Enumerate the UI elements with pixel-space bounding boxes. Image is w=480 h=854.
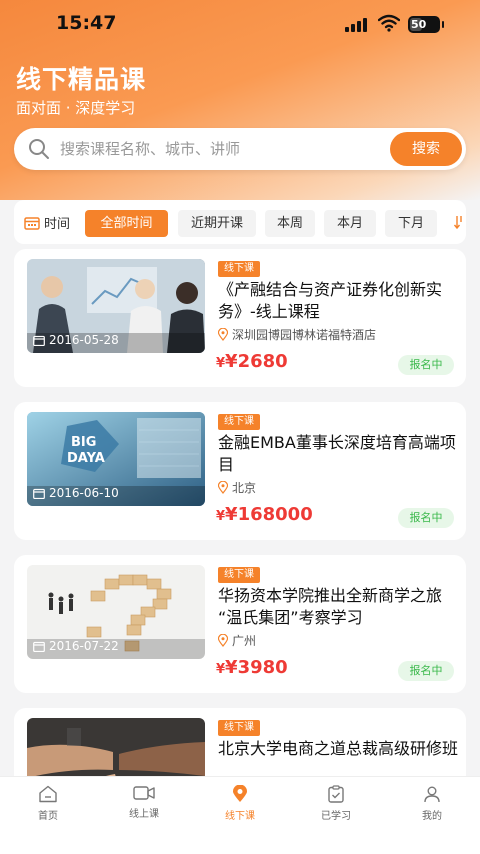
home-icon — [39, 785, 57, 803]
currency-symbol: ¥ — [216, 509, 226, 524]
tab-offline-courses[interactable]: 线下课 — [192, 785, 288, 822]
course-location: 深圳园博园博林诺福特酒店 — [218, 326, 376, 343]
clipboard-check-icon — [328, 785, 344, 803]
calendar-icon — [24, 216, 40, 230]
course-price: ¥¥168000 — [216, 504, 313, 525]
course-card[interactable]: 2016-07-22 线下课 华扬资本学院推出全新商学之旅 “温氏集团”考察学习… — [14, 555, 466, 693]
wifi-icon — [378, 14, 400, 32]
course-location-text: 广州 — [232, 634, 257, 648]
course-date: 2016-05-28 — [33, 333, 119, 347]
course-date: 2016-07-22 — [33, 639, 119, 653]
tab-learned-label: 已学习 — [321, 811, 351, 822]
svg-text:BIG: BIG — [71, 435, 96, 450]
tab-online-courses-label: 线上课 — [129, 809, 159, 820]
course-card[interactable]: 线下课 北京大学电商之道总裁高级研修班 — [14, 708, 466, 776]
course-location-text: 北京 — [232, 481, 257, 495]
chip-this-week[interactable]: 本周 — [265, 210, 315, 237]
price-amount: ¥2680 — [225, 351, 288, 372]
course-location: 北京 — [218, 479, 256, 496]
header-banner: 15:47 50 线下精品课 面对面 · 深度学习 搜索 — [0, 0, 480, 200]
course-list: 2016-05-28 线下课 《产融结合与资产证券化创新实务》-线上课程 深圳园… — [14, 249, 466, 776]
tab-learned[interactable]: 已学习 — [288, 785, 384, 822]
price-amount: ¥168000 — [225, 504, 313, 525]
status-badge: 报名中 — [398, 355, 454, 375]
course-date-text: 2016-07-22 — [49, 639, 119, 653]
tab-mine[interactable]: 我的 — [384, 785, 480, 822]
page-title: 线下精品课 — [16, 65, 147, 94]
course-date-text: 2016-05-28 — [49, 333, 119, 347]
price-amount: ¥3980 — [225, 657, 288, 678]
time-filter-label[interactable]: 时间 — [24, 213, 70, 232]
course-price: ¥¥2680 — [216, 351, 288, 372]
course-type-tag: 线下课 — [218, 414, 260, 430]
location-pin-icon — [233, 785, 247, 802]
fist-bump-team-image — [27, 718, 205, 776]
svg-text:DAYA: DAYA — [67, 451, 105, 466]
location-pin-icon — [218, 634, 228, 647]
course-date-text: 2016-06-10 — [49, 486, 119, 500]
calendar-icon — [33, 488, 45, 499]
sort-arrows-icon[interactable] — [454, 214, 464, 230]
calendar-icon — [33, 335, 45, 346]
battery-icon: 50 — [408, 16, 444, 33]
battery-level: 50 — [411, 18, 427, 31]
course-location-text: 深圳园博园博林诺福特酒店 — [232, 328, 377, 342]
course-type-tag: 线下课 — [218, 720, 260, 736]
chip-upcoming[interactable]: 近期开课 — [178, 210, 256, 237]
course-type-tag: 线下课 — [218, 261, 260, 277]
user-icon — [424, 786, 440, 803]
currency-symbol: ¥ — [216, 356, 226, 371]
chip-all-time[interactable]: 全部时间 — [85, 210, 168, 237]
course-card[interactable]: BIG DAYA 2016-06-10 线下课 金融EMBA董事长深度培育高端项… — [14, 402, 466, 540]
tab-home[interactable]: 首页 — [0, 785, 96, 822]
status-time: 15:47 — [56, 12, 117, 34]
chip-this-month[interactable]: 本月 — [324, 210, 376, 237]
course-title: 金融EMBA董事长深度培育高端项目 — [218, 433, 456, 474]
tab-offline-courses-label: 线下课 — [225, 811, 255, 822]
course-title: 《产融结合与资产证券化创新实务》-线上课程 — [218, 280, 443, 321]
status-badge: 报名中 — [398, 661, 454, 681]
search-icon — [29, 139, 49, 159]
course-type-tag: 线下课 — [218, 567, 260, 583]
time-filter-bar: 时间 全部时间 近期开课 本周 本月 下月 — [14, 200, 466, 244]
cellular-signal-icon — [345, 18, 367, 32]
course-location: 广州 — [218, 632, 256, 649]
bottom-tab-bar: 首页 线上课 线下课 已学习 我的 — [0, 776, 480, 854]
tab-mine-label: 我的 — [422, 811, 442, 822]
course-thumbnail: 2016-05-28 — [27, 259, 205, 353]
tab-online-courses[interactable]: 线上课 — [96, 785, 192, 820]
search-input[interactable] — [60, 137, 380, 161]
course-title: 华扬资本学院推出全新商学之旅 “温氏集团”考察学习 — [218, 586, 443, 627]
search-button[interactable]: 搜索 — [390, 132, 462, 166]
course-thumbnail: 2016-07-22 — [27, 565, 205, 659]
video-icon — [133, 786, 155, 800]
time-filter-text: 时间 — [44, 217, 71, 232]
chip-next-month[interactable]: 下月 — [385, 210, 437, 237]
search-bar: 搜索 — [14, 128, 466, 170]
course-price: ¥¥3980 — [216, 657, 288, 678]
course-thumbnail — [27, 718, 205, 776]
page-subtitle: 面对面 · 深度学习 — [16, 99, 136, 117]
course-card[interactable]: 2016-05-28 线下课 《产融结合与资产证券化创新实务》-线上课程 深圳园… — [14, 249, 466, 387]
calendar-icon — [33, 641, 45, 652]
status-bar: 15:47 50 — [0, 10, 480, 38]
course-date: 2016-06-10 — [33, 486, 119, 500]
course-title: 北京大学电商之道总裁高级研修班 — [218, 739, 459, 758]
status-badge: 报名中 — [398, 508, 454, 528]
course-thumbnail: BIG DAYA 2016-06-10 — [27, 412, 205, 506]
currency-symbol: ¥ — [216, 662, 226, 677]
tab-home-label: 首页 — [38, 811, 58, 822]
location-pin-icon — [218, 328, 228, 341]
location-pin-icon — [218, 481, 228, 494]
